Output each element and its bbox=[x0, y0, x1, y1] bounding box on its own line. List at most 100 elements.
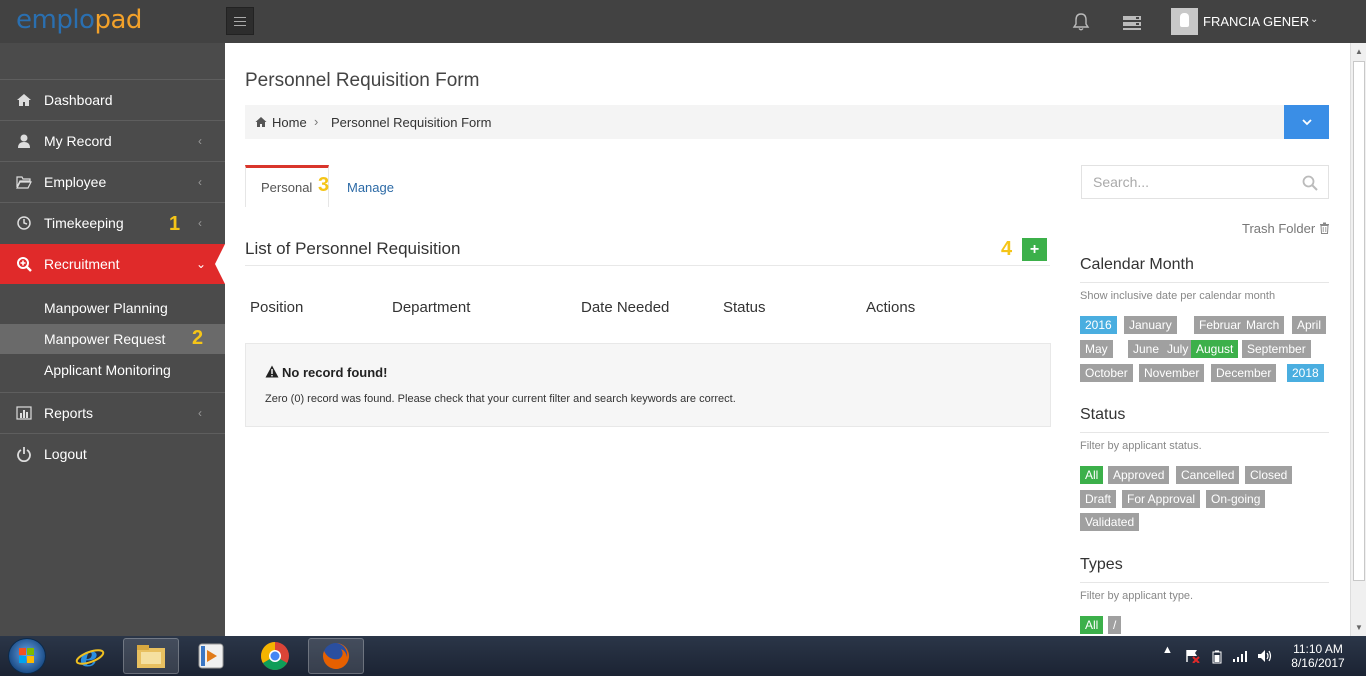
chrome-icon[interactable] bbox=[247, 638, 303, 674]
calendar-tag[interactable]: April bbox=[1292, 316, 1327, 334]
types-title: Types bbox=[1080, 556, 1123, 573]
list-title: List of Personnel Requisition bbox=[245, 239, 461, 258]
sidebar-item-label: Reports bbox=[44, 405, 94, 421]
calendar-tag[interactable]: 2018 bbox=[1287, 364, 1324, 382]
trash-folder-link[interactable]: Trash Folder bbox=[1242, 221, 1330, 236]
chevron-left-icon: ‹ bbox=[198, 175, 202, 189]
sidebar-subitem-applicant-monitoring[interactable]: Applicant Monitoring bbox=[0, 355, 225, 385]
add-requisition-button[interactable]: + bbox=[1022, 238, 1047, 261]
calendar-tag[interactable]: November bbox=[1139, 364, 1205, 382]
chevron-left-icon: ‹ bbox=[198, 134, 202, 148]
calendar-tag[interactable]: June bbox=[1128, 340, 1165, 358]
action-center-flag-icon[interactable] bbox=[1185, 649, 1201, 663]
calendar-tag[interactable]: July bbox=[1162, 340, 1194, 358]
active-indicator bbox=[215, 244, 225, 284]
status-tag[interactable]: For Approval bbox=[1122, 490, 1201, 508]
main-content: Personnel Requisition Form Home › Person… bbox=[225, 43, 1350, 636]
chevron-down-icon bbox=[1301, 119, 1312, 126]
breadcrumb-home-link[interactable]: Home bbox=[272, 115, 307, 130]
column-header-status[interactable]: Status bbox=[723, 299, 766, 316]
calendar-month-title: Calendar Month bbox=[1080, 256, 1194, 273]
status-tag[interactable]: Closed bbox=[1245, 466, 1293, 484]
logo-area: emplopad bbox=[0, 0, 225, 43]
calendar-tag[interactable]: September bbox=[1242, 340, 1311, 358]
show-hidden-icons-button[interactable]: ▲ bbox=[1162, 644, 1173, 656]
sidebar-item-timekeeping[interactable]: Timekeeping ‹ bbox=[0, 203, 225, 243]
status-tag[interactable]: Validated bbox=[1080, 513, 1140, 531]
calendar-tag[interactable]: May bbox=[1080, 340, 1113, 358]
scrollbar-thumb[interactable] bbox=[1353, 61, 1365, 581]
tab-personal[interactable]: Personal bbox=[245, 165, 329, 207]
tab-bar: Personal 3 Manage bbox=[245, 165, 1050, 207]
user-menu[interactable]: FRANCIA GENER ⌄ bbox=[1170, 7, 1330, 37]
status-tag[interactable]: On-going bbox=[1206, 490, 1266, 508]
annotation-2: 2 bbox=[192, 327, 204, 349]
calendar-tag[interactable]: August bbox=[1191, 340, 1239, 358]
status-tag[interactable]: Draft bbox=[1080, 490, 1117, 508]
breadcrumb-dropdown-button[interactable] bbox=[1284, 105, 1329, 139]
calendar-tag[interactable]: 2016 bbox=[1080, 316, 1117, 334]
internet-explorer-icon[interactable]: e bbox=[62, 638, 118, 674]
user-name: FRANCIA GENER bbox=[1203, 14, 1310, 29]
start-button[interactable] bbox=[8, 638, 46, 674]
sidebar-item-label: Employee bbox=[44, 174, 107, 190]
empty-state-message: Zero (0) record was found. Please check … bbox=[265, 393, 736, 405]
calendar-tag[interactable]: October bbox=[1080, 364, 1133, 382]
app-logo[interactable]: emplopad bbox=[16, 5, 142, 35]
sidebar-subitem-manpower-planning[interactable]: Manpower Planning bbox=[0, 293, 225, 323]
file-explorer-icon[interactable] bbox=[123, 638, 179, 674]
sidebar-item-label: Timekeeping bbox=[44, 215, 124, 231]
search-input[interactable] bbox=[1083, 167, 1293, 197]
type-tag[interactable]: / bbox=[1108, 616, 1122, 634]
sidebar-item-label: Dashboard bbox=[44, 92, 113, 108]
types-subtitle: Filter by applicant type. bbox=[1080, 590, 1194, 602]
menu-toggle-button[interactable] bbox=[226, 7, 254, 35]
status-tag[interactable]: All bbox=[1080, 466, 1104, 484]
sidebar-item-label: My Record bbox=[44, 133, 112, 149]
sidebar-item-label: Recruitment bbox=[44, 256, 120, 272]
home-icon bbox=[17, 94, 31, 106]
empty-state-title: No record found! bbox=[282, 365, 388, 380]
clock-icon bbox=[17, 216, 31, 230]
sidebar-item-logout[interactable]: Logout bbox=[0, 434, 225, 474]
firefox-icon[interactable] bbox=[308, 638, 364, 674]
status-title: Status bbox=[1080, 406, 1126, 423]
sidebar: Dashboard My Record ‹ Employee ‹ Timekee… bbox=[0, 43, 225, 636]
sidebar-item-reports[interactable]: Reports ‹ bbox=[0, 393, 225, 433]
search-icon[interactable] bbox=[1302, 175, 1318, 191]
breadcrumb-current: Personnel Requisition Form bbox=[331, 115, 492, 130]
system-clock[interactable]: 11:10 AM 8/16/2017 bbox=[1288, 642, 1348, 670]
column-header-position[interactable]: Position bbox=[250, 299, 303, 316]
network-signal-icon[interactable] bbox=[1232, 650, 1248, 662]
sidebar-item-employee[interactable]: Employee ‹ bbox=[0, 162, 225, 202]
volume-icon[interactable] bbox=[1257, 649, 1273, 663]
status-tag[interactable]: Approved bbox=[1108, 466, 1170, 484]
column-header-actions: Actions bbox=[866, 299, 916, 316]
server-icon[interactable] bbox=[1122, 12, 1142, 32]
annotation-4: 4 bbox=[1001, 238, 1013, 260]
sidebar-item-my-record[interactable]: My Record ‹ bbox=[0, 121, 225, 161]
scroll-up-arrow[interactable]: ▲ bbox=[1355, 47, 1363, 56]
status-tag[interactable]: Cancelled bbox=[1176, 466, 1240, 484]
sidebar-item-recruitment[interactable]: Recruitment ⌄ bbox=[0, 244, 225, 284]
home-icon bbox=[255, 117, 267, 127]
calendar-tag[interactable]: December bbox=[1211, 364, 1277, 382]
windows-taskbar: e ▲ 11:10 AM 8/16/2017 bbox=[0, 636, 1366, 676]
scroll-down-arrow[interactable]: ▼ bbox=[1355, 623, 1363, 632]
column-header-department[interactable]: Department bbox=[392, 299, 470, 316]
sidebar-item-dashboard[interactable]: Dashboard bbox=[0, 80, 225, 120]
search-box bbox=[1081, 165, 1329, 199]
calendar-tag[interactable]: January bbox=[1124, 316, 1177, 334]
battery-icon[interactable] bbox=[1212, 650, 1222, 664]
annotation-3: 3 bbox=[318, 174, 330, 196]
plus-icon: + bbox=[1029, 240, 1040, 258]
column-header-date-needed[interactable]: Date Needed bbox=[581, 299, 669, 316]
calendar-tag[interactable]: March bbox=[1241, 316, 1285, 334]
bell-icon[interactable] bbox=[1071, 12, 1091, 32]
search-plus-icon bbox=[17, 257, 32, 272]
chevron-down-icon: ⌄ bbox=[196, 257, 207, 271]
media-player-icon[interactable] bbox=[183, 638, 239, 674]
type-tag[interactable]: All bbox=[1080, 616, 1104, 634]
page-scrollbar[interactable]: ▲ ▼ bbox=[1350, 43, 1366, 636]
top-bar: emplopad FRANCIA GENER ⌄ bbox=[0, 0, 1366, 43]
